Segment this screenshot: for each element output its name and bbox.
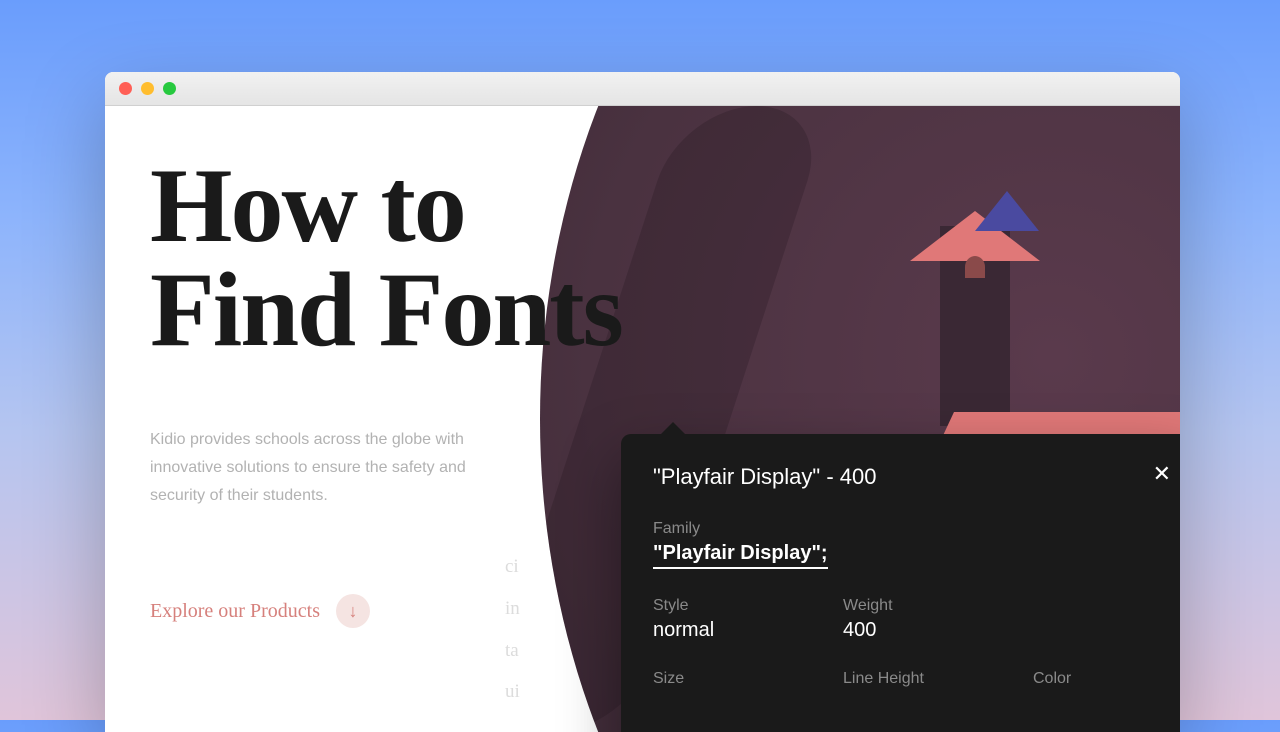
background-faded-text: ci in ta ui <box>505 546 520 713</box>
titlebar <box>105 72 1180 106</box>
close-icon[interactable] <box>119 82 132 95</box>
style-value: normal <box>653 619 773 642</box>
page-title: How to Find Fonts <box>150 154 622 362</box>
arrow-down-icon: ↓ <box>336 594 370 628</box>
cta-label: Explore our Products <box>150 600 320 623</box>
minimize-icon[interactable] <box>141 82 154 95</box>
font-inspector-popover: "Playfair Display" - 400 ✕ Family "Playf… <box>621 434 1180 732</box>
hero-description: Kidio provides schools across the globe … <box>150 426 510 510</box>
close-icon[interactable]: ✕ <box>1153 461 1171 487</box>
illustration-tower-roof <box>910 191 1040 261</box>
page-content: How to Find Fonts Kidio provides schools… <box>105 106 1180 732</box>
headline-line: Find Fonts <box>150 251 622 368</box>
app-window: How to Find Fonts Kidio provides schools… <box>105 72 1180 732</box>
family-value[interactable]: "Playfair Display"; <box>653 542 828 569</box>
explore-products-link[interactable]: Explore our Products ↓ <box>150 594 370 628</box>
family-label: Family <box>653 520 1165 538</box>
size-label: Size <box>653 670 773 688</box>
style-label: Style <box>653 597 773 615</box>
weight-value: 400 <box>843 619 963 642</box>
line-height-label: Line Height <box>843 670 963 688</box>
headline-line: How to <box>150 147 465 264</box>
color-label: Color <box>1033 670 1153 688</box>
zoom-icon[interactable] <box>163 82 176 95</box>
weight-label: Weight <box>843 597 963 615</box>
popover-title: "Playfair Display" - 400 <box>653 464 1165 490</box>
illustration-bell <box>965 256 985 278</box>
